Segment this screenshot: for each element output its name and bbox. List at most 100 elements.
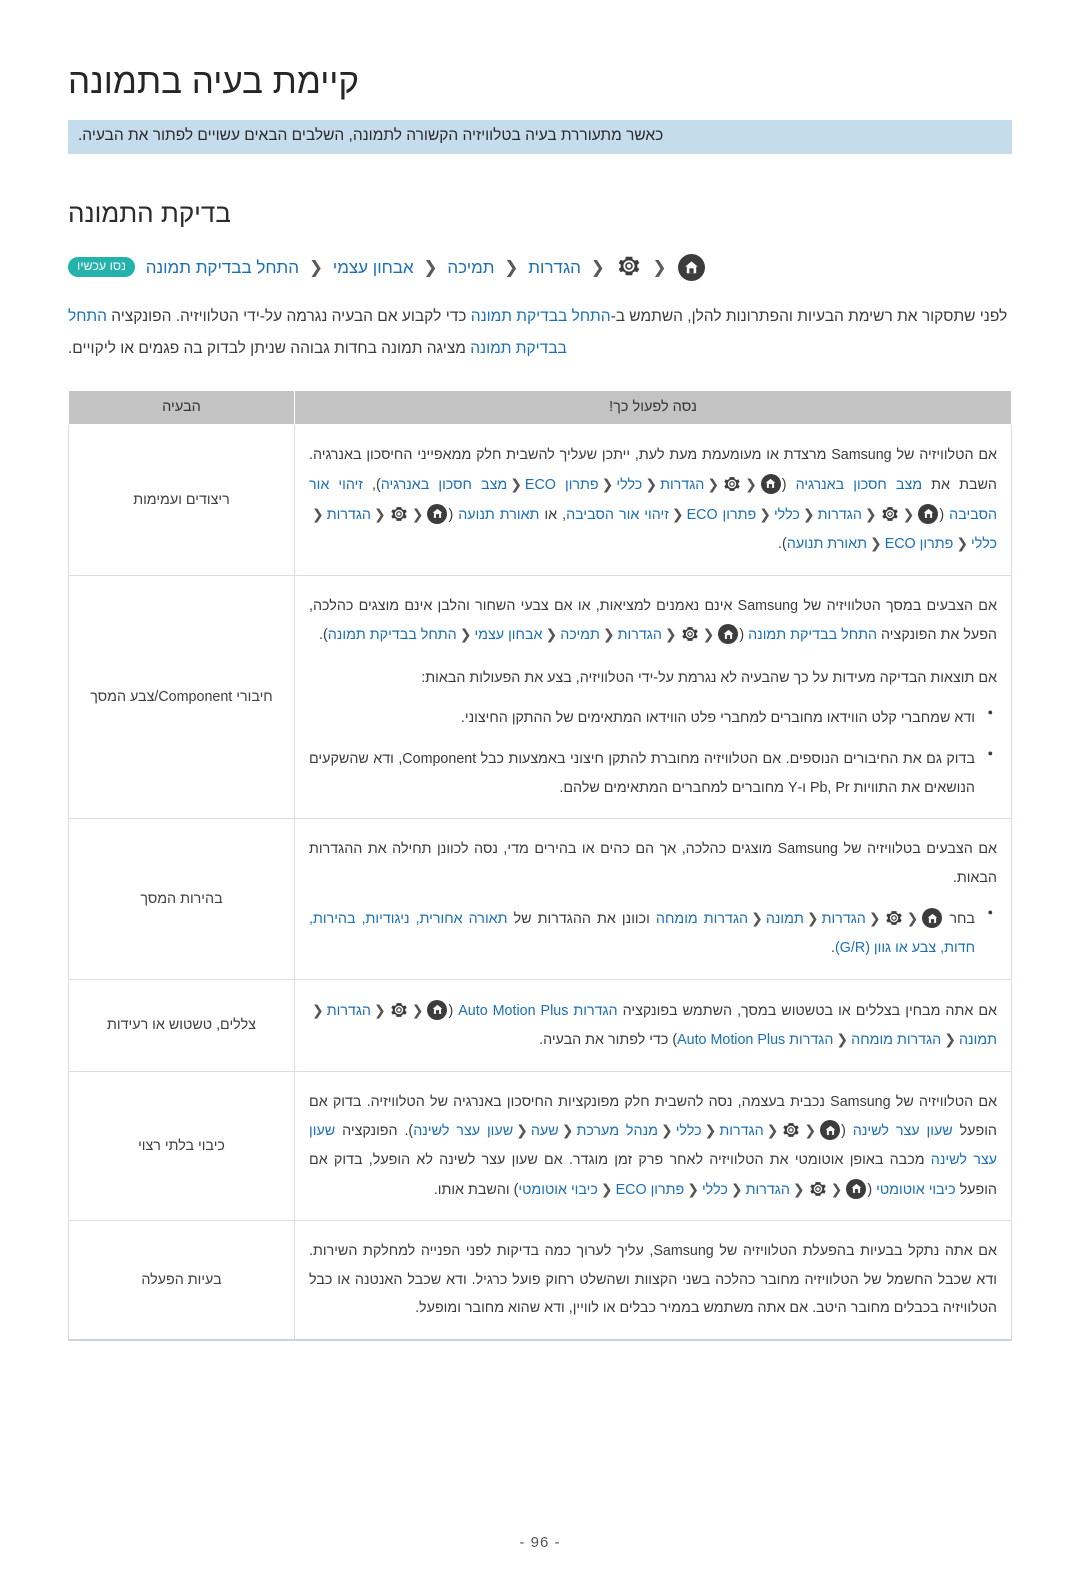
path2-item-1[interactable]: כללי	[702, 1182, 728, 1198]
gear-icon[interactable]	[782, 1121, 800, 1139]
sol3-bullet-a: בחר	[943, 911, 975, 928]
path1-item-1[interactable]: כללי	[676, 1123, 702, 1139]
troubleshooting-table: נסה לפעול כך! הבעיה אם הטלוויזיה של Sams…	[68, 390, 1012, 1341]
gear-icon[interactable]	[809, 1180, 827, 1198]
path-separator: ❮	[745, 475, 757, 492]
sol1-link-energy-saving[interactable]: מצב חסכון באנרגיה	[796, 477, 922, 493]
path-item-1[interactable]: תמונה	[766, 911, 804, 927]
home-icon[interactable]	[678, 253, 706, 281]
sol1-open-paren-1: (	[781, 476, 796, 493]
path2-item-2[interactable]: פתרון ECO	[616, 1182, 685, 1198]
path-separator: ❮	[802, 505, 815, 522]
solution-bullet-list: בחר ❮❮הגדרות❮תמונה❮הגדרות מומחה וכוונן א…	[309, 903, 997, 962]
path2-item-1[interactable]: כללי	[774, 507, 800, 523]
home-icon[interactable]	[922, 908, 943, 929]
page-title: קיימת בעיה בתמונה	[68, 62, 360, 101]
breadcrumb-item-picture-test[interactable]: התחל בבדיקת תמונה	[146, 258, 299, 277]
sol1-end: ).	[778, 536, 787, 553]
home-icon[interactable]	[918, 503, 939, 524]
problem-cell-brightness: בהירות המסך	[68, 818, 295, 980]
path2-item-0[interactable]: הגדרות	[818, 507, 862, 523]
breadcrumb-item-settings[interactable]: הגדרות	[528, 258, 581, 277]
sol5-end: ) והשבת אותו.	[433, 1181, 519, 1198]
path3-item-1[interactable]: כללי	[971, 536, 997, 552]
solution-cell-operation: אם אתה נתקל בבעיות בהפעלת הטלוויזיה של S…	[294, 1220, 1012, 1341]
list-item: ודא שמחברי קלט הווידאו מחוברים למחברי פל…	[309, 703, 993, 733]
path3-item-3[interactable]: תאורת תנועה	[787, 536, 867, 552]
solution-cell-flicker: אם הטלוויזיה של Samsung מרצדת או מעומעמת…	[294, 424, 1012, 576]
path-item-0[interactable]: הגדרות	[618, 627, 662, 643]
path-separator: ❮	[660, 1122, 673, 1139]
solution-paragraph: אם הצבעים במסך הטלוויזיה של Samsung אינם…	[309, 592, 997, 650]
breadcrumb-item-support[interactable]: תמיכה	[447, 258, 494, 277]
sol5-link-auto-power-off[interactable]: כיבוי אוטומטי	[876, 1182, 956, 1198]
title-block: קיימת בעיה בתמונה כאשר מתעוררת בעיה בטלו…	[68, 62, 1012, 154]
try-now-badge[interactable]: נסו עכשיו	[68, 256, 135, 278]
path2-item-2[interactable]: פתרון ECO	[687, 507, 757, 523]
home-icon[interactable]	[760, 473, 781, 494]
home-icon[interactable]	[718, 624, 739, 645]
gear-icon[interactable]	[885, 909, 903, 927]
solution-paragraph: אם אתה מבחין בצללים או בטשטוש במסך, השתמ…	[309, 996, 997, 1055]
path-item-3[interactable]: הגדרות Auto Motion Plus	[677, 1032, 833, 1048]
sol1-link-motion-lighting[interactable]: תאורת תנועה	[458, 507, 539, 523]
path-item-1[interactable]: תמיכה	[560, 627, 600, 643]
sol4-end: ) כדי לפתור את הבעיה.	[539, 1032, 678, 1049]
gear-icon[interactable]	[390, 505, 408, 523]
path1-item-3[interactable]: שעה	[531, 1123, 559, 1139]
path-item-2[interactable]: אבחון עצמי	[474, 627, 542, 643]
path3-item-2[interactable]: פתרון ECO	[885, 536, 954, 552]
breadcrumb-item-self-diagnosis[interactable]: אבחון עצמי	[333, 258, 414, 277]
intro-text-a: לפני שתסקור את רשימת הבעיות והפתרונות לה…	[610, 307, 1008, 325]
path-separator: ❮	[806, 910, 819, 927]
path-item-1[interactable]: תמונה	[959, 1032, 997, 1048]
gear-icon[interactable]	[881, 505, 899, 523]
path1-item-2[interactable]: מנהל מערכת	[576, 1123, 658, 1139]
problem-cell-operation: בעיות הפעלה	[68, 1220, 295, 1341]
path-item-2[interactable]: הגדרות מומחה	[656, 911, 748, 927]
path3-item-0[interactable]: הגדרות	[327, 507, 371, 523]
gear-icon[interactable]	[390, 1001, 408, 1019]
solution-bullet-list: ודא שמחברי קלט הווידאו מחוברים למחברי פל…	[309, 703, 997, 802]
gear-icon[interactable]	[617, 254, 641, 278]
solution-cell-component: אם הצבעים במסך הטלוויזיה של Samsung אינם…	[294, 574, 1012, 820]
path1-item-3[interactable]: מצב חסכון באנרגיה	[381, 477, 507, 493]
gear-icon[interactable]	[681, 625, 699, 643]
breadcrumb-separator: ❮	[504, 257, 519, 277]
path-separator: ❮	[766, 1122, 779, 1139]
path-separator: ❮	[312, 505, 324, 522]
sol4-link-auto-motion-plus[interactable]: הגדרות Auto Motion Plus	[458, 1003, 617, 1019]
table-row: אם אתה נתקל בבעיות בהפעלת הטלוויזיה של S…	[68, 1220, 1012, 1341]
sol2-link-picture-test[interactable]: התחל בבדיקת תמונה	[748, 627, 877, 643]
path-item-2[interactable]: הגדרות מומחה	[851, 1032, 941, 1048]
path-item-0[interactable]: הגדרות	[327, 1003, 371, 1019]
problem-cell-component: חיבורי Component/צבע המסך	[68, 574, 295, 820]
path2-item-0[interactable]: הגדרות	[746, 1182, 790, 1198]
home-icon[interactable]	[427, 999, 448, 1020]
table-row: אם אתה מבחין בצללים או בטשטוש במסך, השתמ…	[68, 978, 1012, 1072]
solution-cell-blur: אם אתה מבחין בצללים או בטשטוש במסך, השתמ…	[294, 978, 1012, 1072]
path1-item-0[interactable]: הגדרות	[660, 477, 704, 493]
intro-link-picture-test-1[interactable]: התחל בבדיקת תמונה	[471, 308, 611, 325]
path2-item-3[interactable]: זיהוי אור הסביבה	[566, 507, 669, 523]
home-icon[interactable]	[427, 503, 448, 524]
path1-item-0[interactable]: הגדרות	[719, 1123, 763, 1139]
sol1-open-paren-3: (	[448, 506, 459, 523]
table-row: אם הטלוויזיה של Samsung מרצדת או מעומעמת…	[68, 424, 1012, 576]
home-icon[interactable]	[820, 1120, 841, 1141]
path-item-0[interactable]: הגדרות	[822, 911, 866, 927]
sol5-link-sleep-timer-1[interactable]: שעון עצר לשינה	[853, 1123, 953, 1139]
path1-item-1[interactable]: כללי	[616, 477, 642, 493]
breadcrumb: ❮ ❮ הגדרות ❮ תמיכה ❮ אבחון עצמי ❮ התחל ב…	[68, 251, 1012, 285]
path2-item-3[interactable]: כיבוי אוטומטי	[518, 1182, 598, 1198]
home-icon[interactable]	[846, 1178, 867, 1199]
breadcrumb-separator: ❮	[590, 257, 605, 277]
solution-cell-brightness: אם הצבעים בטלוויזיה של Samsung מוצגים כה…	[294, 818, 1012, 980]
path-separator: ❮	[836, 1031, 849, 1048]
list-item: בחר ❮❮הגדרות❮תמונה❮הגדרות מומחה וכוונן א…	[309, 903, 993, 962]
gear-icon[interactable]	[723, 475, 741, 493]
path1-item-2[interactable]: פתרון ECO	[525, 477, 599, 493]
path-item-3[interactable]: התחל בבדיקת תמונה	[328, 627, 457, 643]
sol5-mid: ). הפונקציה	[335, 1123, 414, 1140]
path1-item-4[interactable]: שעון עצר לשינה	[413, 1123, 513, 1139]
